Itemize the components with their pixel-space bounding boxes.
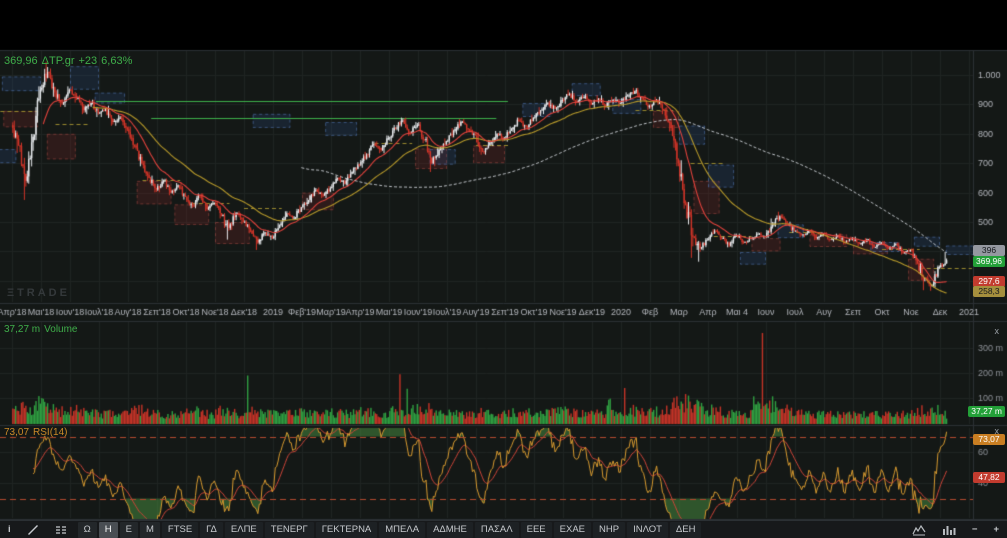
timeframe-hourly-button[interactable]: Ω bbox=[78, 522, 97, 538]
trendline-icon bbox=[27, 524, 39, 536]
bar-chart-icon bbox=[942, 524, 956, 536]
draw-line-button[interactable] bbox=[20, 522, 46, 538]
ticker-eee-button[interactable]: ΕΕΕ bbox=[521, 522, 552, 538]
volume-panel-close-icon[interactable]: x bbox=[995, 327, 1000, 335]
zoom-out-button[interactable]: − bbox=[965, 522, 985, 538]
ticker-elpe-button[interactable]: ΕΛΠΕ bbox=[225, 522, 263, 538]
bottom-toolbar: i Ω Η Ε Μ FTSE ΓΔ ΕΛΠΕ ΤΕΝΕΡΓ ΓΕΚΤΕΡΝΑ Μ… bbox=[0, 520, 1007, 538]
ticker-gekterna-button[interactable]: ΓΕΚΤΕΡΝΑ bbox=[316, 522, 378, 538]
info-button[interactable]: i bbox=[1, 522, 18, 538]
timeframe-weekly-button[interactable]: Ε bbox=[120, 522, 138, 538]
line-chart-icon bbox=[912, 524, 926, 536]
ticker-gd-button[interactable]: ΓΔ bbox=[200, 522, 223, 538]
ticker-pasal-button[interactable]: ΠΑΣΑΛ bbox=[475, 522, 519, 538]
list-icon bbox=[55, 524, 69, 536]
ticker-inlot-button[interactable]: ΙΝΛΟΤ bbox=[627, 522, 668, 538]
ticker-tenerg-button[interactable]: ΤΕΝΕΡΓ bbox=[265, 522, 314, 538]
ticker-nhr-button[interactable]: ΝΗΡ bbox=[593, 522, 625, 538]
ticker-mpela-button[interactable]: ΜΠΕΛΑ bbox=[379, 522, 425, 538]
timeframe-daily-button[interactable]: Η bbox=[99, 522, 118, 538]
zoom-in-button[interactable]: + bbox=[986, 522, 1006, 538]
last-price-axis-badge: 369,96 bbox=[973, 256, 1005, 267]
volume-axis-badge: 37,27 m bbox=[968, 406, 1005, 417]
timeframe-monthly-button[interactable]: Μ bbox=[140, 522, 160, 538]
chart-style-line-button[interactable] bbox=[905, 522, 933, 538]
rsi-signal-axis-badge: 47,82 bbox=[973, 472, 1005, 483]
indicator-list-button[interactable] bbox=[48, 522, 76, 538]
ticker-exae-button[interactable]: ΕΧΑΕ bbox=[554, 522, 591, 538]
ticker-admie-button[interactable]: ΑΔΜΗΕ bbox=[427, 522, 473, 538]
ma-white-axis-badge: 396 bbox=[973, 245, 1005, 256]
ticker-deh-button[interactable]: ΔΕΗ bbox=[670, 522, 702, 538]
ma-yellow-axis-badge: 258,3 bbox=[973, 286, 1005, 297]
trading-app: 369,96ΔTP.gr+236,63% ΞTRADE 37,27 mVolum… bbox=[0, 0, 1007, 538]
chart-canvas[interactable] bbox=[0, 0, 1007, 520]
rsi-panel-close-icon[interactable]: x bbox=[995, 427, 1000, 435]
rsi-axis-badge: 73,07 bbox=[973, 434, 1005, 445]
ticker-ftse-button[interactable]: FTSE bbox=[162, 522, 198, 538]
chart-style-bars-button[interactable] bbox=[935, 522, 963, 538]
